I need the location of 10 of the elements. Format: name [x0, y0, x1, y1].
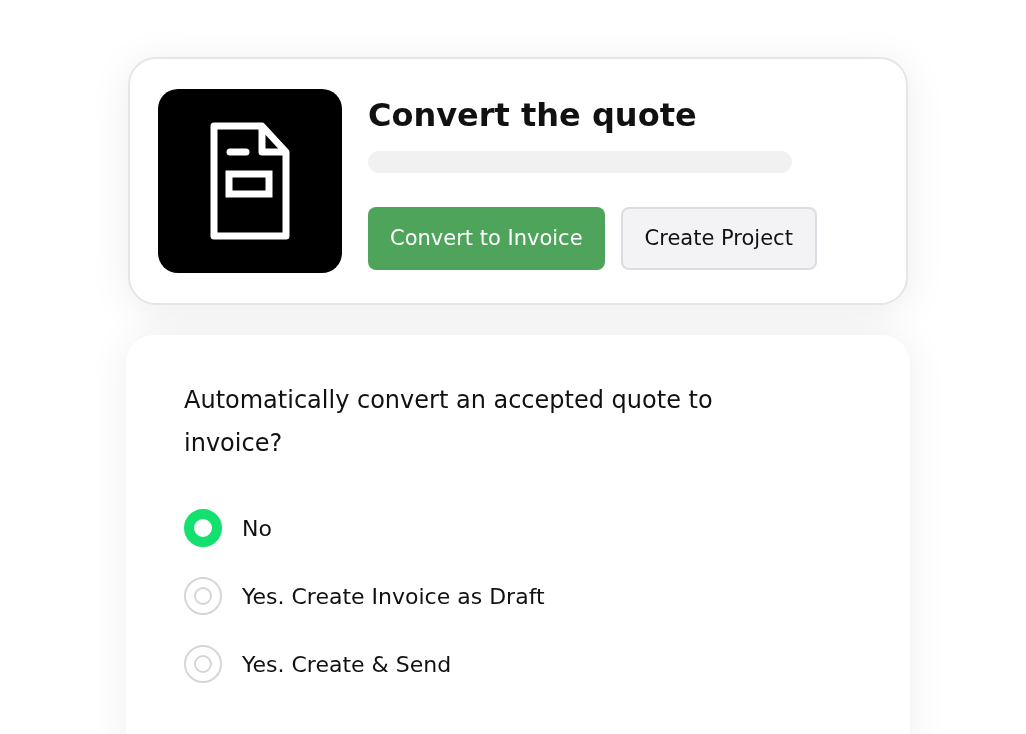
radio-button[interactable] — [184, 577, 222, 615]
question-text: Automatically convert an accepted quote to invoice? — [184, 385, 714, 459]
option-label: Yes. Create Invoice as Draft — [242, 583, 545, 609]
create-button[interactable]: Create Project — [620, 206, 817, 270]
radio-button[interactable] — [184, 509, 222, 547]
document-icon — [210, 122, 290, 240]
radio-button[interactable] — [184, 645, 222, 683]
option-label: No — [242, 515, 272, 541]
card-title: Convert the quote — [368, 94, 698, 136]
option-label: Yes. Create & Send — [242, 651, 452, 677]
